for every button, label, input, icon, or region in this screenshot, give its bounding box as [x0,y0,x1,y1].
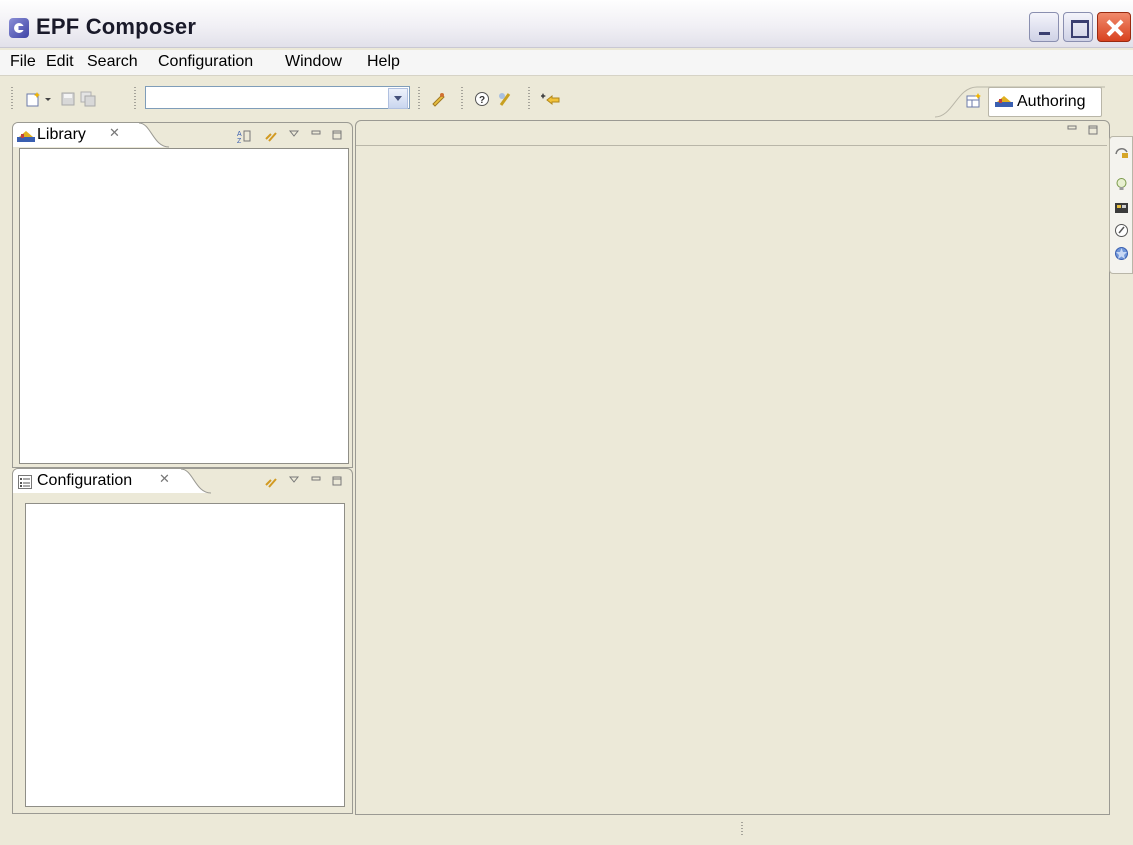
menu-help[interactable]: Help [365,53,402,71]
editor-header-divider [356,145,1107,146]
toolbar: ? Authoring [0,78,1133,118]
close-icon[interactable]: ✕ [109,125,120,141]
maximize-editor-icon[interactable] [1087,124,1099,136]
globe-icon[interactable] [1114,246,1129,261]
link-with-editor-icon[interactable] [263,475,279,489]
library-tab-label: Library [37,126,86,143]
library-view: Library ✕ A Z [12,122,353,468]
status-bar [0,818,1133,845]
restore-icon[interactable] [1114,145,1129,160]
menu-file[interactable]: File [8,53,38,71]
menu-bar: File Edit Search Configuration Window He… [0,50,1133,76]
configuration-combo[interactable] [145,86,410,109]
save-icon [61,92,75,106]
toolbar-grip[interactable] [528,87,530,109]
svg-text:?: ? [479,95,485,106]
tab-configuration[interactable]: Configuration ✕ [13,469,181,493]
right-trim-stack [1109,136,1133,274]
status-bar-grip[interactable] [741,822,743,836]
title-bar[interactable]: EPF Composer [0,0,1133,48]
image-gallery-icon[interactable] [1114,200,1129,215]
configuration-view: Configuration ✕ [12,468,353,814]
toolbar-grip[interactable] [418,87,420,109]
view-menu-icon[interactable] [288,129,300,139]
configuration-tree[interactable] [25,503,345,807]
menu-search[interactable]: Search [85,53,140,71]
tab-curve [181,469,211,494]
perspective-authoring-button[interactable]: Authoring [988,87,1102,117]
open-perspective-icon[interactable] [966,93,982,109]
sort-icon[interactable]: A Z [237,129,251,143]
new-icon[interactable] [26,91,42,107]
toolbar-grip[interactable] [134,87,136,109]
menu-window[interactable]: Window [283,53,344,71]
minimize-view-icon[interactable] [310,129,322,139]
editor-area [355,120,1110,815]
combo-dropdown-button[interactable] [388,88,408,109]
tab-library[interactable]: Library ✕ [13,123,139,147]
view-menu-icon[interactable] [288,475,300,485]
publish-icon[interactable] [430,91,446,107]
bulb-icon[interactable] [1114,177,1129,192]
perspective-label: Authoring [1017,93,1086,110]
save-all-icon [80,91,96,107]
perspective-switcher: Authoring [935,84,1105,118]
maximize-view-icon[interactable] [331,129,343,141]
configuration-tab-label: Configuration [37,472,133,489]
help-icon[interactable]: ? [474,91,490,107]
menu-edit[interactable]: Edit [44,53,76,71]
minimize-editor-icon[interactable] [1066,124,1078,134]
close-icon[interactable]: ✕ [159,471,170,487]
maximize-button[interactable] [1063,12,1093,42]
svg-text:Z: Z [237,138,242,143]
toolbar-grip[interactable] [461,87,463,109]
tab-curve [139,123,169,148]
toolbar-grip[interactable] [11,87,13,109]
window-title: EPF Composer [36,14,197,39]
minimize-view-icon[interactable] [310,475,322,485]
cheat-sheet-icon[interactable] [497,91,513,107]
new-dropdown-icon[interactable] [44,91,52,107]
library-tree[interactable] [19,148,349,464]
configuration-icon [18,475,32,489]
menu-configuration[interactable]: Configuration [156,53,255,71]
authoring-icon [995,96,1013,107]
compass-icon[interactable] [1114,223,1129,238]
library-icon [17,131,35,142]
close-window-button[interactable] [1097,12,1131,42]
back-navigation-icon[interactable] [541,91,561,107]
svg-text:A: A [237,131,242,138]
app-icon [9,18,29,38]
link-with-editor-icon[interactable] [263,129,279,143]
minimize-button[interactable] [1029,12,1059,42]
maximize-view-icon[interactable] [331,475,343,487]
configuration-combo-input[interactable] [146,87,394,108]
